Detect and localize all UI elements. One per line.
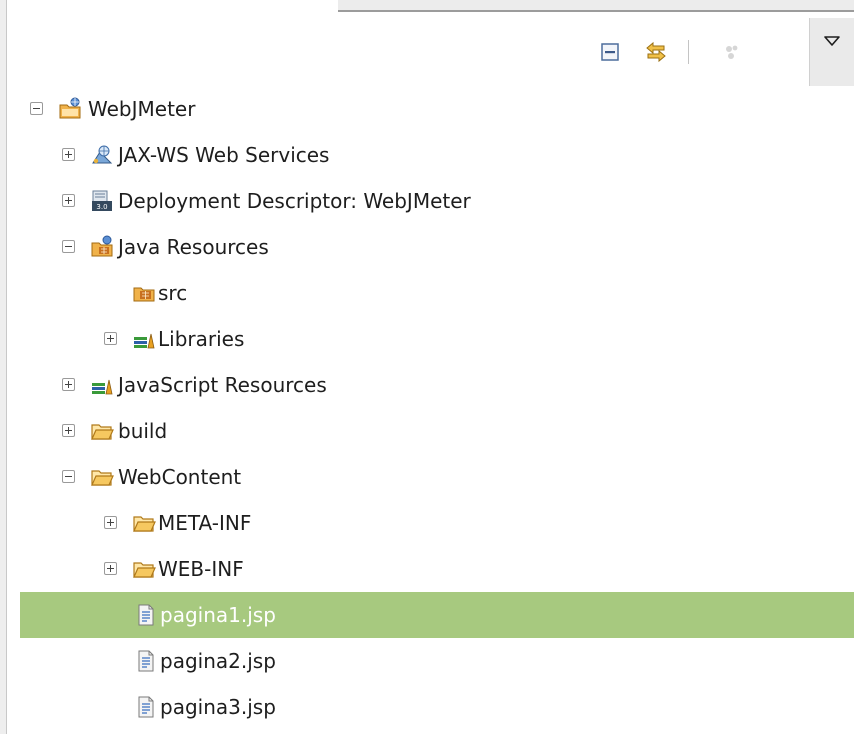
expand-toggle[interactable] xyxy=(62,378,75,391)
tree-item-build[interactable]: build xyxy=(20,408,854,454)
collapse-all-button[interactable] xyxy=(590,32,630,72)
tree-item-label: pagina2.jsp xyxy=(160,649,276,673)
view-tab-strip xyxy=(338,0,854,12)
tree-item-pagina3-jsp[interactable]: pagina3.jsp xyxy=(20,684,854,730)
collapse-all-icon xyxy=(601,43,619,61)
tree-item-deployment-descriptor[interactable]: 3.0 Deployment Descriptor: WebJMeter xyxy=(20,178,854,224)
view-left-border xyxy=(0,0,7,734)
expand-toggle[interactable] xyxy=(62,424,75,437)
tree-item-javascript-resources[interactable]: JavaScript Resources xyxy=(20,362,854,408)
tree-item-label: META-INF xyxy=(158,511,252,535)
deployment-descriptor-icon: 3.0 xyxy=(92,190,112,211)
tree-item-label: WEB-INF xyxy=(158,557,244,581)
expand-toggle[interactable] xyxy=(62,194,75,207)
toolbar-separator xyxy=(688,40,689,64)
expand-toggle[interactable] xyxy=(104,332,117,345)
tree-item-label: Libraries xyxy=(158,327,245,351)
jsp-file-icon xyxy=(138,604,154,626)
tree-item-libraries[interactable]: Libraries xyxy=(20,316,854,362)
project-explorer-toolbar xyxy=(584,18,854,86)
tree-item-label: WebJMeter xyxy=(88,97,196,121)
collapse-toggle[interactable] xyxy=(62,470,75,483)
expand-toggle[interactable] xyxy=(104,516,117,529)
source-folder-icon xyxy=(133,287,155,302)
jsp-file-icon xyxy=(138,650,154,672)
svg-text:3.0: 3.0 xyxy=(96,203,107,211)
folder-icon xyxy=(133,516,156,532)
link-with-editor-button[interactable] xyxy=(636,32,676,72)
collapse-toggle[interactable] xyxy=(62,240,75,253)
tree-item-label: Deployment Descriptor: WebJMeter xyxy=(118,189,471,213)
tree-item-label: JavaScript Resources xyxy=(118,373,327,397)
tree-item-label: pagina1.jsp xyxy=(160,603,276,627)
tree-item-web-inf[interactable]: WEB-INF xyxy=(20,546,854,592)
dynamic-web-project-icon xyxy=(59,97,81,119)
tree-item-pagina2-jsp[interactable]: pagina2.jsp xyxy=(20,638,854,684)
tree-item-label: pagina3.jsp xyxy=(160,695,276,719)
javascript-libraries-icon xyxy=(92,379,113,395)
tree-item-label: build xyxy=(118,419,168,443)
link-with-editor-icon xyxy=(646,41,666,63)
tree-item-src[interactable]: src xyxy=(20,270,854,316)
filter-button[interactable] xyxy=(712,32,752,72)
tree-item-label: src xyxy=(158,281,188,305)
jsp-file-icon xyxy=(138,696,154,718)
web-services-icon xyxy=(92,145,113,164)
libraries-icon xyxy=(134,333,155,349)
folder-icon xyxy=(91,424,114,440)
tree-item-label: Java Resources xyxy=(118,235,269,259)
java-resources-icon xyxy=(91,235,113,257)
folder-icon xyxy=(133,562,156,578)
tree-item-webjmeter[interactable]: WebJMeter xyxy=(20,86,854,132)
tree-item-java-resources[interactable]: Java Resources xyxy=(20,224,854,270)
folder-icon xyxy=(91,470,114,486)
tree-item-meta-inf[interactable]: META-INF xyxy=(20,500,854,546)
view-menu-button[interactable] xyxy=(809,18,854,86)
expand-toggle[interactable] xyxy=(62,148,75,161)
tree-item-label: WebContent xyxy=(118,465,242,489)
view-menu-icon xyxy=(824,36,840,46)
tree-item-jax-ws-web-services[interactable]: JAX-WS Web Services xyxy=(20,132,854,178)
tree-item-label: JAX-WS Web Services xyxy=(118,143,330,167)
expand-toggle[interactable] xyxy=(104,562,117,575)
tree-item-pagina1-jsp[interactable]: pagina1.jsp xyxy=(20,592,854,638)
filter-icon xyxy=(726,45,738,59)
collapse-toggle[interactable] xyxy=(30,102,43,115)
tree-item-webcontent[interactable]: WebContent xyxy=(20,454,854,500)
